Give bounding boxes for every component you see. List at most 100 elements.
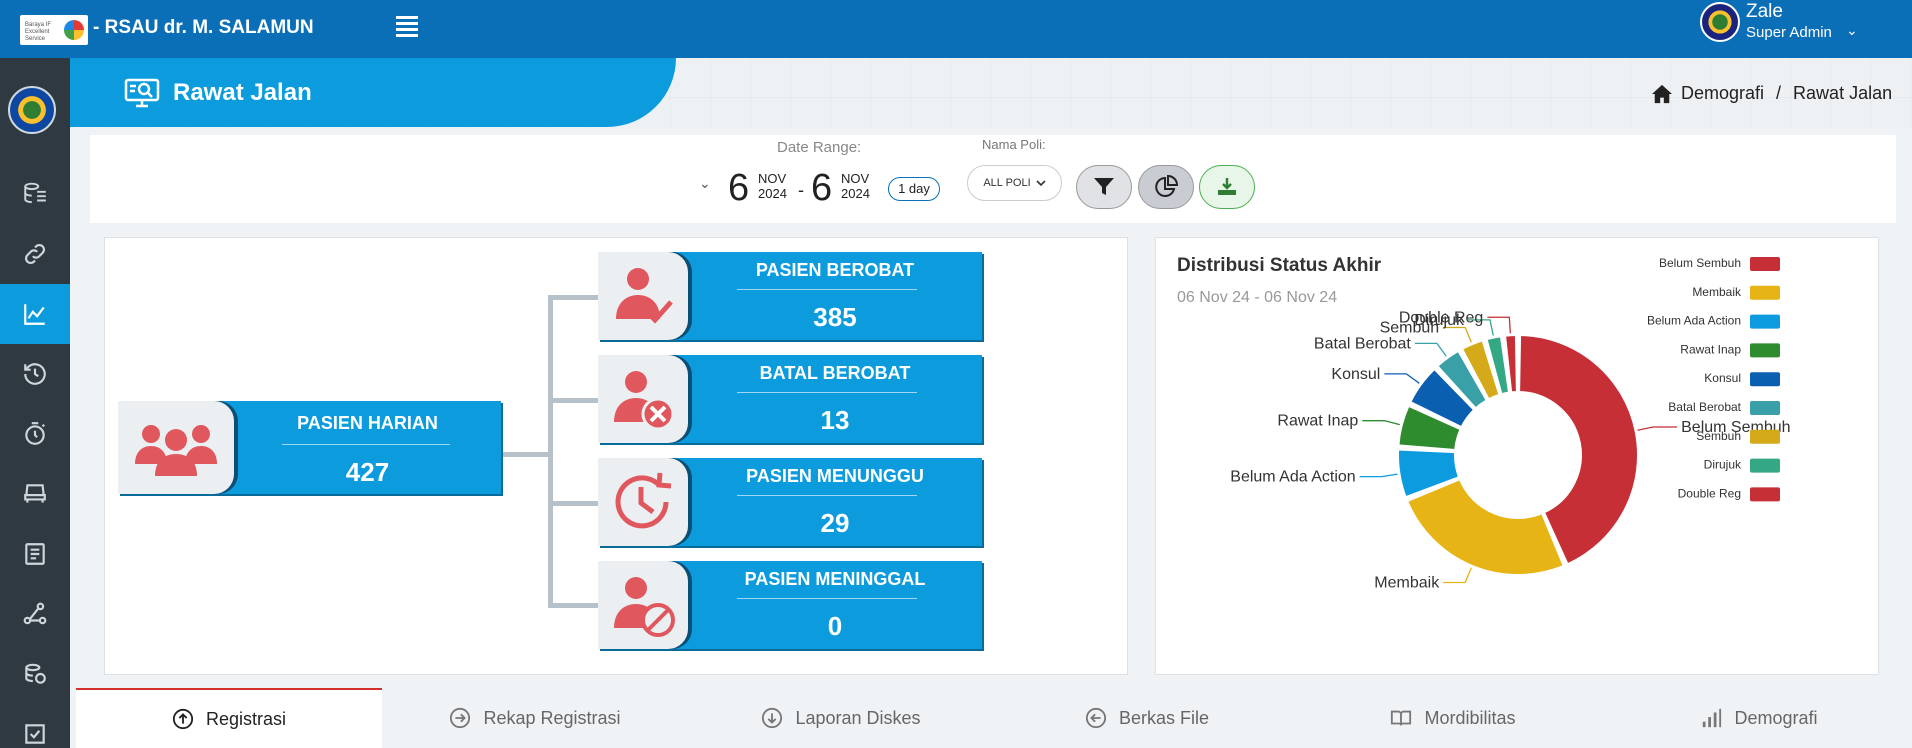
- stat-value: 13: [820, 405, 850, 435]
- date-separator: -: [798, 180, 804, 200]
- legend-swatch[interactable]: [1750, 372, 1780, 387]
- tab-registrasi[interactable]: Registrasi: [76, 688, 382, 748]
- stat-card-pasien-meninggal[interactable]: PASIEN MENINGGAL 0: [598, 561, 982, 649]
- tab-laporan-diskes[interactable]: Laporan Diskes: [688, 688, 994, 748]
- flower-logo-icon: [64, 20, 84, 40]
- sidebar-item-timer[interactable]: [0, 404, 70, 464]
- leader-line: [1384, 373, 1420, 384]
- legend-swatch[interactable]: [1750, 487, 1780, 502]
- legend-label[interactable]: Belum Sembuh: [1659, 256, 1741, 270]
- start-year: 2024: [758, 186, 787, 201]
- connector-line: [548, 501, 598, 506]
- sidebar-item-billing[interactable]: [0, 644, 70, 704]
- stat-card-batal-berobat[interactable]: BATAL BEROBAT 13: [598, 355, 982, 443]
- pie-chart-icon: [1155, 175, 1178, 197]
- chevron-down-icon[interactable]: ⌄: [699, 175, 711, 192]
- slice-label: Belum Ada Action: [1230, 469, 1355, 486]
- stat-card-pasien-menunggu[interactable]: PASIEN MENUNGGU 29: [598, 458, 982, 546]
- tab-demografi[interactable]: Demografi: [1606, 688, 1912, 748]
- sidebar-item-database[interactable]: [0, 164, 70, 224]
- breadcrumb: Demografi / Rawat Jalan: [1651, 83, 1892, 104]
- top-bar: Baraya IF Excellent Service - RSAU dr. M…: [0, 0, 1912, 58]
- tab-rekap-registrasi[interactable]: Rekap Registrasi: [382, 688, 688, 748]
- tab-mordibilitas[interactable]: Mordibilitas: [1300, 688, 1606, 748]
- tab-label: Laporan Diskes: [795, 707, 921, 728]
- stat-card-pasien-berobat[interactable]: PASIEN BEROBAT 385: [598, 252, 982, 340]
- stat-label: PASIEN MENUNGGU: [746, 466, 924, 486]
- donut-slice[interactable]: [1406, 478, 1565, 576]
- sidebar-item-report[interactable]: [0, 524, 70, 584]
- sidebar-item-history[interactable]: [0, 344, 70, 404]
- report-icon: [25, 543, 45, 565]
- home-icon[interactable]: [1651, 84, 1673, 104]
- user-role: Super Admin: [1746, 24, 1832, 41]
- tab-label: Rekap Registrasi: [483, 707, 621, 728]
- legend-swatch[interactable]: [1750, 458, 1780, 473]
- donut-chart: Belum Sembuh Membaik Belum Ada Action Rawat…: [1230, 256, 1790, 591]
- stat-value: 385: [813, 302, 857, 332]
- date-range-label: Date Range:: [777, 139, 862, 156]
- legend-label[interactable]: Rawat Inap: [1680, 342, 1741, 356]
- legend-label[interactable]: Dirujuk: [1704, 458, 1742, 472]
- legend-label[interactable]: Membaik: [1692, 285, 1742, 299]
- slice-label: Batal Berobat: [1314, 335, 1412, 352]
- tab-label: Registrasi: [205, 708, 287, 729]
- start-month-year[interactable]: NOV 2024: [758, 171, 787, 201]
- legend-label[interactable]: Double Reg: [1678, 486, 1741, 500]
- leader-line: [1359, 473, 1398, 478]
- tab-label: Mordibilitas: [1424, 707, 1516, 728]
- stat-divider: [737, 289, 917, 290]
- chevron-down-icon[interactable]: ⌄: [1846, 22, 1858, 39]
- end-month: NOV: [841, 171, 870, 186]
- database-list-icon: [24, 182, 46, 204]
- legend-swatch[interactable]: [1750, 429, 1780, 444]
- user-cancel-icon: [614, 371, 675, 431]
- stat-icon-wrap: [598, 458, 688, 546]
- sidebar-item-chart[interactable]: [0, 284, 70, 344]
- arrow-down-circle-icon: [762, 707, 783, 729]
- legend-swatch[interactable]: [1750, 257, 1780, 271]
- sidebar-item-checkbox[interactable]: [0, 704, 70, 748]
- slice-label: Konsul: [1331, 366, 1380, 383]
- legend-label[interactable]: Belum Ada Action: [1647, 314, 1741, 328]
- duration-chip[interactable]: 1 day: [888, 177, 940, 201]
- chart-toggle-button[interactable]: [1138, 165, 1194, 209]
- legend-label[interactable]: Sembuh: [1696, 429, 1741, 443]
- poli-select[interactable]: ALL POLI: [967, 165, 1062, 201]
- breadcrumb-item-demografi[interactable]: Demografi: [1681, 83, 1764, 104]
- end-month-year[interactable]: NOV 2024: [841, 171, 870, 201]
- tab-berkas-file[interactable]: Berkas File: [994, 688, 1300, 748]
- chevron-down-icon: [1036, 180, 1046, 187]
- arrow-up-circle-icon: [172, 708, 194, 730]
- legend-swatch[interactable]: [1750, 401, 1780, 415]
- legend-swatch[interactable]: [1750, 314, 1780, 329]
- legend-swatch[interactable]: [1750, 285, 1780, 300]
- sidebar-item-workflow[interactable]: [0, 584, 70, 644]
- hospital-emblem: [8, 86, 56, 134]
- end-day[interactable]: 6: [811, 167, 832, 210]
- sidebar-item-link[interactable]: [0, 224, 70, 284]
- page-title: Rawat Jalan: [173, 79, 312, 106]
- legend-label[interactable]: Konsul: [1704, 371, 1741, 385]
- sidebar: [0, 58, 70, 748]
- legend-label[interactable]: Batal Berobat: [1668, 400, 1741, 414]
- page-header: [70, 58, 676, 127]
- poli-select-value: ALL POLI: [983, 177, 1031, 189]
- avatar[interactable]: [1700, 2, 1740, 42]
- sidebar-item-bed[interactable]: [0, 464, 70, 524]
- clock-wait-icon: [615, 472, 672, 529]
- filter-button[interactable]: [1076, 165, 1132, 209]
- connector-line: [548, 295, 553, 607]
- download-button[interactable]: [1199, 165, 1255, 209]
- breadcrumb-separator: /: [1776, 83, 1782, 103]
- user-name[interactable]: Zale: [1746, 1, 1783, 23]
- stat-label: PASIEN HARIAN: [297, 413, 438, 433]
- legend-swatch[interactable]: [1750, 343, 1780, 358]
- monitor-search-icon: [124, 78, 160, 108]
- stat-label: BATAL BEROBAT: [759, 363, 911, 383]
- stat-label: PASIEN MENINGGAL: [744, 569, 926, 589]
- stat-card-pasien-harian[interactable]: PASIEN HARIAN 427: [118, 401, 501, 494]
- start-day[interactable]: 6: [728, 167, 749, 210]
- stat-divider: [737, 392, 917, 393]
- menu-toggle-icon[interactable]: [396, 16, 418, 37]
